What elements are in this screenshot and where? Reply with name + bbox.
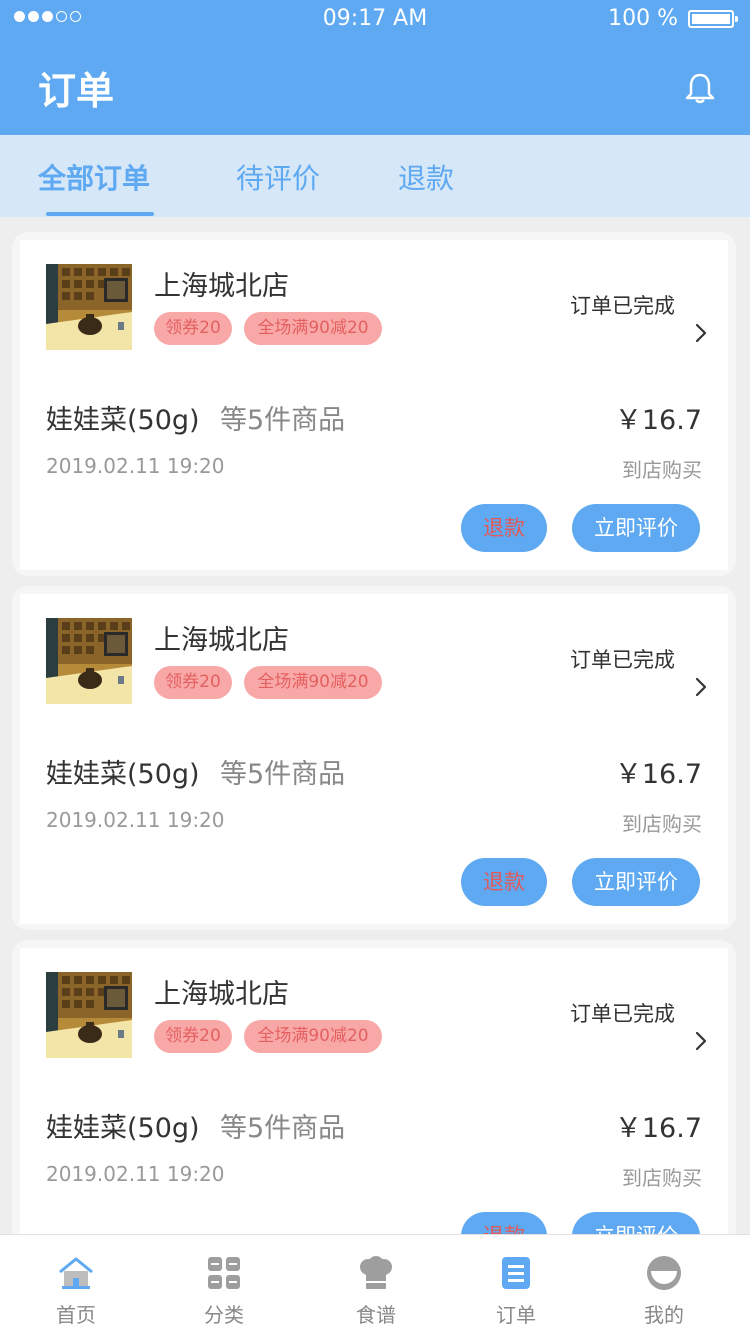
order-card-body: 上海城北店 领券20 全场满90减20 订单已完成 娃娃菜(50g) 等5件商品…	[20, 948, 728, 1234]
home-icon	[59, 1257, 93, 1289]
purchase-type: 到店购买	[622, 458, 702, 482]
item-count: 等5件商品	[220, 1113, 346, 1144]
chevron-right-icon[interactable]	[694, 676, 708, 698]
bottom-nav: 首页 分类 食谱 订单 我的	[0, 1234, 750, 1334]
order-status: 订单已完成	[570, 294, 675, 318]
battery-percent: 100 %	[608, 6, 678, 31]
nav-home-label: 首页	[56, 1303, 96, 1327]
nav-orders-label: 订单	[496, 1303, 536, 1327]
nav-category-label: 分类	[204, 1303, 244, 1327]
nav-profile[interactable]: 我的	[604, 1235, 724, 1334]
item-name: 娃娃菜(50g)	[46, 759, 200, 790]
order-price: ￥16.7	[614, 1113, 702, 1144]
order-card[interactable]: 上海城北店 领券20 全场满90减20 订单已完成 娃娃菜(50g) 等5件商品…	[12, 232, 736, 576]
active-tab-indicator	[46, 212, 154, 216]
chef-hat-icon	[360, 1256, 392, 1289]
review-button[interactable]: 立即评价	[572, 858, 700, 906]
tab-refund[interactable]: 退款	[398, 157, 454, 197]
purchase-type: 到店购买	[622, 1166, 702, 1190]
item-name: 娃娃菜(50g)	[46, 1113, 200, 1144]
coupon-tag: 领券20	[154, 1020, 232, 1053]
order-date: 2019.02.11 19:20	[46, 808, 225, 832]
coupon-tag: 领券20	[154, 666, 232, 699]
item-count: 等5件商品	[220, 405, 346, 436]
discount-tag: 全场满90减20	[244, 666, 382, 699]
store-thumbnail	[46, 972, 132, 1058]
order-tabs: 全部订单 待评价 退款	[0, 135, 750, 217]
store-thumbnail	[46, 618, 132, 704]
store-name: 上海城北店	[154, 979, 289, 1010]
order-card[interactable]: 上海城北店 领券20 全场满90减20 订单已完成 娃娃菜(50g) 等5件商品…	[12, 940, 736, 1234]
nav-home[interactable]: 首页	[16, 1235, 136, 1334]
purchase-type: 到店购买	[622, 812, 702, 836]
category-grid-icon	[208, 1257, 240, 1289]
order-list-icon	[502, 1257, 530, 1289]
order-status: 订单已完成	[570, 1002, 675, 1026]
page-title: 订单	[38, 69, 115, 113]
order-card-body: 上海城北店 领券20 全场满90减20 订单已完成 娃娃菜(50g) 等5件商品…	[20, 240, 728, 570]
nav-profile-label: 我的	[644, 1303, 684, 1327]
tab-all-orders[interactable]: 全部订单	[38, 157, 150, 197]
nav-recipes[interactable]: 食谱	[316, 1235, 436, 1334]
refund-button[interactable]: 退款	[461, 858, 547, 906]
nav-recipes-label: 食谱	[356, 1303, 396, 1327]
chevron-right-icon[interactable]	[694, 1030, 708, 1052]
review-button[interactable]: 立即评价	[572, 504, 700, 552]
refund-button[interactable]: 退款	[461, 1212, 547, 1234]
store-thumbnail	[46, 264, 132, 350]
order-price: ￥16.7	[614, 759, 702, 790]
header-bar: 订单	[0, 38, 750, 135]
battery-icon	[688, 10, 738, 28]
coupon-tag: 领券20	[154, 312, 232, 345]
order-card[interactable]: 上海城北店 领券20 全场满90减20 订单已完成 娃娃菜(50g) 等5件商品…	[12, 586, 736, 930]
store-name: 上海城北店	[154, 625, 289, 656]
refund-button[interactable]: 退款	[461, 504, 547, 552]
nav-category[interactable]: 分类	[164, 1235, 284, 1334]
order-status: 订单已完成	[570, 648, 675, 672]
order-list: 上海城北店 领券20 全场满90减20 订单已完成 娃娃菜(50g) 等5件商品…	[0, 218, 750, 1234]
order-price: ￥16.7	[614, 405, 702, 436]
bell-icon[interactable]	[683, 71, 717, 105]
store-name: 上海城北店	[154, 271, 289, 302]
item-count: 等5件商品	[220, 759, 346, 790]
order-card-body: 上海城北店 领券20 全场满90减20 订单已完成 娃娃菜(50g) 等5件商品…	[20, 594, 728, 924]
status-bar: 09:17 AM 100 %	[0, 0, 750, 38]
order-date: 2019.02.11 19:20	[46, 1162, 225, 1186]
discount-tag: 全场满90减20	[244, 312, 382, 345]
review-button[interactable]: 立即评价	[572, 1212, 700, 1234]
nav-orders[interactable]: 订单	[456, 1235, 576, 1334]
item-name: 娃娃菜(50g)	[46, 405, 200, 436]
profile-icon	[647, 1256, 681, 1290]
order-date: 2019.02.11 19:20	[46, 454, 225, 478]
chevron-right-icon[interactable]	[694, 322, 708, 344]
tab-pending-review[interactable]: 待评价	[236, 157, 320, 197]
discount-tag: 全场满90减20	[244, 1020, 382, 1053]
